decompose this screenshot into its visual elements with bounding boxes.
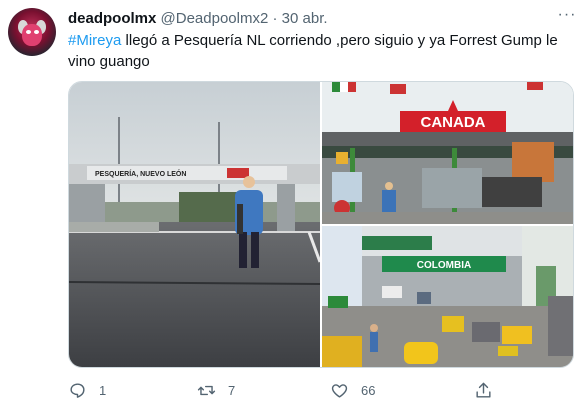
tweet-header: deadpoolmx @Deadpoolmx2 · 30 abr. bbox=[68, 10, 328, 28]
share-button[interactable] bbox=[474, 378, 493, 402]
retweet-icon bbox=[197, 385, 216, 395]
hashtag-link[interactable]: #Mireya bbox=[68, 32, 121, 49]
reply-button[interactable]: 1 bbox=[68, 378, 106, 402]
media-grid: PESQUERÍA, NUEVO LEÓN CANADA COLOMBIA bbox=[68, 81, 574, 368]
like-button[interactable]: 66 bbox=[330, 378, 375, 402]
separator: · bbox=[272, 10, 278, 27]
photo-colombia[interactable]: COLOMBIA bbox=[322, 226, 573, 367]
retweet-count: 7 bbox=[228, 382, 236, 398]
tweet[interactable]: deadpoolmx @Deadpoolmx2 · 30 abr. ··· #M… bbox=[0, 0, 588, 413]
colombia-sign: COLOMBIA bbox=[417, 260, 471, 271]
share-icon bbox=[476, 382, 491, 398]
tweet-date[interactable]: 30 abr. bbox=[282, 10, 328, 27]
tweet-actions: 1 7 66 bbox=[68, 378, 568, 402]
photo-pesqueria[interactable]: PESQUERÍA, NUEVO LEÓN bbox=[69, 82, 320, 367]
author-handle[interactable]: @Deadpoolmx2 bbox=[161, 10, 269, 27]
reply-icon bbox=[70, 382, 85, 398]
avatar[interactable] bbox=[8, 8, 56, 56]
tweet-body: llegó a Pesquería NL corriendo ,pero sig… bbox=[68, 32, 558, 70]
like-count: 66 bbox=[361, 382, 376, 398]
reply-count: 1 bbox=[99, 382, 107, 398]
like-icon bbox=[331, 383, 348, 398]
photo-canada[interactable]: CANADA bbox=[322, 82, 573, 224]
more-icon[interactable]: ··· bbox=[555, 7, 579, 28]
author-name[interactable]: deadpoolmx bbox=[68, 10, 156, 27]
tweet-text: #Mireya llegó a Pesquería NL corriendo ,… bbox=[68, 30, 568, 72]
pesqueria-sign: PESQUERÍA, NUEVO LEÓN bbox=[95, 169, 186, 178]
canada-sign: CANADA bbox=[421, 114, 486, 131]
retweet-button[interactable]: 7 bbox=[197, 378, 235, 402]
